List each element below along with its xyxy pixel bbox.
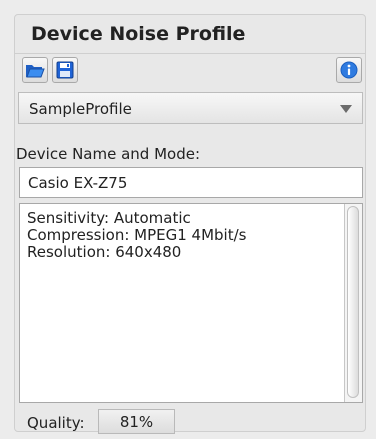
profile-dropdown-value: SampleProfile <box>29 100 132 118</box>
device-name-label: Device Name and Mode: <box>16 145 200 163</box>
panel-title: Device Noise Profile <box>31 23 246 45</box>
open-button[interactable] <box>22 57 48 83</box>
floppy-save-icon <box>56 61 74 79</box>
quality-value-box: 81% <box>98 409 175 434</box>
device-name-field[interactable]: Casio EX-Z75 <box>19 167 363 198</box>
detail-line: Sensitivity: Automatic <box>27 209 191 227</box>
device-noise-profile-panel: Device Noise Profile SampleProfile Devic… <box>14 14 366 434</box>
quality-value: 81% <box>119 412 154 431</box>
details-scrollbar[interactable] <box>344 204 362 402</box>
device-details-lines: Sensitivity: Automatic Compression: MPEG… <box>27 210 246 261</box>
info-button[interactable] <box>336 57 362 83</box>
scroll-thumb[interactable] <box>347 206 359 398</box>
detail-line: Compression: MPEG1 4Mbit/s <box>27 226 247 244</box>
quality-label: Quality: <box>27 414 85 432</box>
title-divider <box>15 53 365 54</box>
folder-open-icon <box>25 62 45 79</box>
profile-dropdown[interactable]: SampleProfile <box>18 92 363 124</box>
device-details-textarea[interactable]: Sensitivity: Automatic Compression: MPEG… <box>19 203 363 403</box>
info-icon <box>340 61 358 79</box>
save-button[interactable] <box>52 57 78 83</box>
detail-line: Resolution: 640x480 <box>27 243 182 261</box>
device-name-value: Casio EX-Z75 <box>28 174 128 192</box>
chevron-down-icon <box>340 105 352 113</box>
